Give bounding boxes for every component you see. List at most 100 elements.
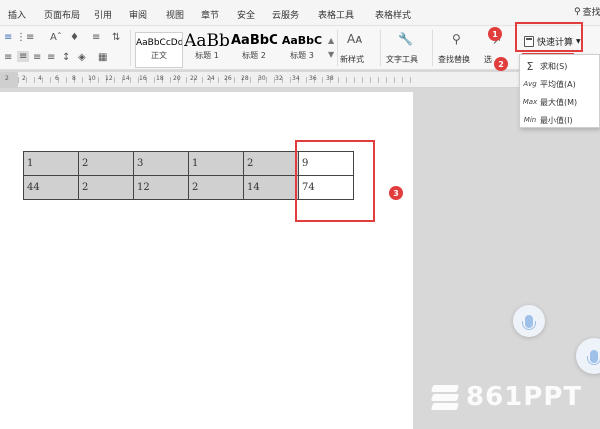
ruler-number: 38 (326, 75, 334, 82)
ruler-number: 36 (309, 75, 317, 82)
style-heading-2-sample: AaBbC (231, 33, 277, 48)
sort-icon[interactable]: ⇅ (112, 32, 120, 43)
voice-input-button-2[interactable] (576, 338, 600, 374)
find-icon: ⚲ (452, 32, 461, 46)
clear-format-icon[interactable]: ♦ (70, 32, 79, 43)
ribbon-toolbar: ≡ ⋮≡ Aˆ ♦ ≡ ⇅ ≡ ≡ ≡ ≡ ↕ ◈ ▦ AaBbCcDd 正文 … (0, 26, 600, 70)
menu-view[interactable]: 视图 (166, 8, 184, 21)
table-cell[interactable]: 2 (78, 175, 134, 200)
menu-search[interactable]: ⚲ 查找 (574, 5, 600, 19)
ruler-number: 32 (275, 75, 283, 82)
ruler-number: 28 (241, 75, 249, 82)
ruler-number: 16 (139, 75, 147, 82)
styles-more-icon[interactable]: ▼ (328, 50, 334, 59)
menu-item-max[interactable]: Max 最大值(M) (520, 93, 600, 111)
separator (380, 30, 381, 66)
menu-chapter[interactable]: 章节 (201, 8, 219, 21)
quick-calc-menu: Σ 求和(S) Avg 平均值(A) Max 最大值(M) Min 最小值(I) (519, 54, 600, 128)
sigma-icon: Σ (526, 59, 534, 73)
watermark: 861PPT (430, 380, 600, 414)
font-size-icon[interactable]: Aˆ (50, 32, 62, 43)
ruler-number: 18 (156, 75, 164, 82)
style-heading-3[interactable]: AaBbC 标题 3 (278, 32, 326, 68)
style-heading-1-sample: AaBb (184, 32, 230, 50)
menu-item-label: 求和(S) (540, 61, 568, 71)
table-cell[interactable]: 2 (243, 151, 299, 176)
text-tools-button[interactable]: 文字工具 (386, 54, 418, 65)
new-style-icon: Aᴀ (347, 32, 363, 46)
menu-page-layout[interactable]: 页面布局 (44, 8, 80, 21)
style-heading-1[interactable]: AaBb 标题 1 (184, 32, 230, 68)
style-normal-sample: AaBbCcDd (136, 38, 182, 48)
menu-bar: 插入 页面布局 引用 审阅 视图 章节 安全 云服务 表格工具 表格样式 ⚲ 查… (0, 0, 600, 26)
ruler-number: 10 (88, 75, 96, 82)
style-heading-2[interactable]: AaBbC 标题 2 (231, 32, 277, 68)
table-cell[interactable]: 1 (188, 151, 244, 176)
max-icon: Max (522, 98, 538, 106)
align-left-icon[interactable]: ≡ (4, 52, 12, 63)
wrench-icon: 🔧 (398, 32, 413, 46)
style-heading-2-caption: 标题 2 (242, 51, 266, 60)
watermark-text: 861PPT (466, 382, 583, 412)
ruler-margin (0, 72, 18, 88)
menu-item-label: 最小值(I) (540, 115, 573, 125)
ruler-number: 30 (258, 75, 266, 82)
menu-insert[interactable]: 插入 (8, 8, 26, 21)
menu-item-min[interactable]: Min 最小值(I) (520, 111, 600, 129)
align-justify-icon[interactable]: ≡ (17, 51, 30, 62)
ruler-number: 26 (224, 75, 232, 82)
step-badge-1: 1 (488, 27, 502, 41)
separator (432, 30, 433, 66)
ruler-number: 4 (38, 75, 42, 82)
ruler-number: 2 (5, 75, 9, 82)
search-icon: ⚲ (574, 6, 581, 17)
table-cell[interactable]: 1 (23, 151, 79, 176)
menu-table-tools[interactable]: 表格工具 (318, 8, 354, 21)
list-icon[interactable]: ⋮≡ (16, 32, 34, 43)
line-spacing-icon[interactable]: ↕ (62, 52, 70, 63)
ruler-number: 34 (292, 75, 300, 82)
separator (130, 30, 131, 66)
table-cell[interactable]: 2 (78, 151, 134, 176)
menu-references[interactable]: 引用 (94, 8, 112, 21)
ruler-ticks (18, 77, 418, 83)
menu-table-style[interactable]: 表格样式 (375, 8, 411, 21)
indent-icon[interactable]: ≡ (4, 32, 12, 43)
style-heading-3-sample: AaBbC (281, 34, 323, 47)
style-heading-3-caption: 标题 3 (290, 51, 314, 60)
table-cell[interactable]: 14 (243, 175, 299, 200)
style-normal[interactable]: AaBbCcDd 正文 (135, 32, 183, 68)
table-cell[interactable]: 3 (133, 151, 189, 176)
menu-cloud[interactable]: 云服务 (272, 8, 299, 21)
menu-item-sum[interactable]: Σ 求和(S) (520, 57, 600, 75)
ruler-number: 8 (72, 75, 76, 82)
ruler-number: 14 (122, 75, 130, 82)
ruler-number: 20 (173, 75, 181, 82)
menu-item-average[interactable]: Avg 平均值(A) (520, 75, 600, 93)
menu-item-label: 最大值(M) (540, 97, 578, 107)
table-cell[interactable]: 44 (23, 175, 79, 200)
ruler-number: 6 (55, 75, 59, 82)
numbering-icon[interactable]: ≡ (92, 32, 100, 43)
average-icon: Avg (523, 80, 537, 88)
find-replace-button[interactable]: 查找替换 (438, 54, 470, 65)
new-style-button[interactable]: 新样式 (340, 54, 364, 65)
styles-scroll-icon[interactable]: ▲ (328, 36, 334, 45)
highlight-result-column (295, 140, 375, 222)
align-right-icon[interactable]: ≡ (47, 52, 55, 63)
align-center-icon[interactable]: ≡ (33, 52, 41, 63)
border-icon[interactable]: ▦ (98, 52, 107, 63)
menu-review[interactable]: 审阅 (129, 8, 147, 21)
menu-security[interactable]: 安全 (237, 8, 255, 21)
ruler: 2 2 4 6 8 10 12 14 16 18 20 22 24 26 28 … (0, 72, 600, 88)
voice-input-button[interactable] (513, 305, 545, 337)
select-button[interactable]: 选 (484, 54, 492, 65)
min-icon: Min (523, 116, 537, 124)
highlight-quick-calc (515, 22, 583, 52)
table-cell[interactable]: 2 (188, 175, 244, 200)
watermark-logo-icon (430, 384, 460, 410)
shading-icon[interactable]: ◈ (78, 52, 86, 63)
ruler-number: 2 (22, 75, 26, 82)
style-normal-caption: 正文 (151, 51, 167, 60)
table-cell[interactable]: 12 (133, 175, 189, 200)
